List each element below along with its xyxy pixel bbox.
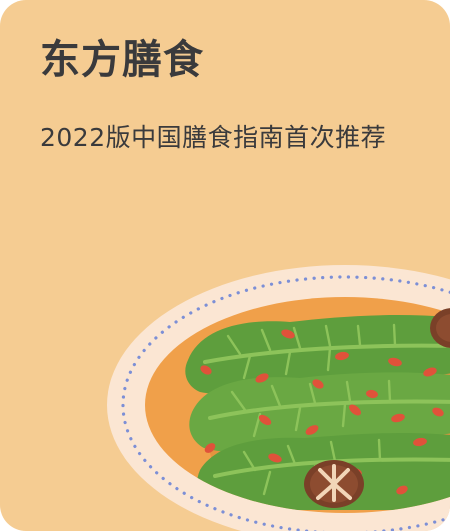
vegetable-dish-icon: [107, 265, 450, 531]
card-subtitle: 2022版中国膳食指南首次推荐: [40, 123, 387, 152]
card-title: 东方膳食: [40, 37, 204, 83]
food-card[interactable]: 东方膳食 2022版中国膳食指南首次推荐: [0, 0, 450, 531]
mushroom: [304, 460, 364, 508]
